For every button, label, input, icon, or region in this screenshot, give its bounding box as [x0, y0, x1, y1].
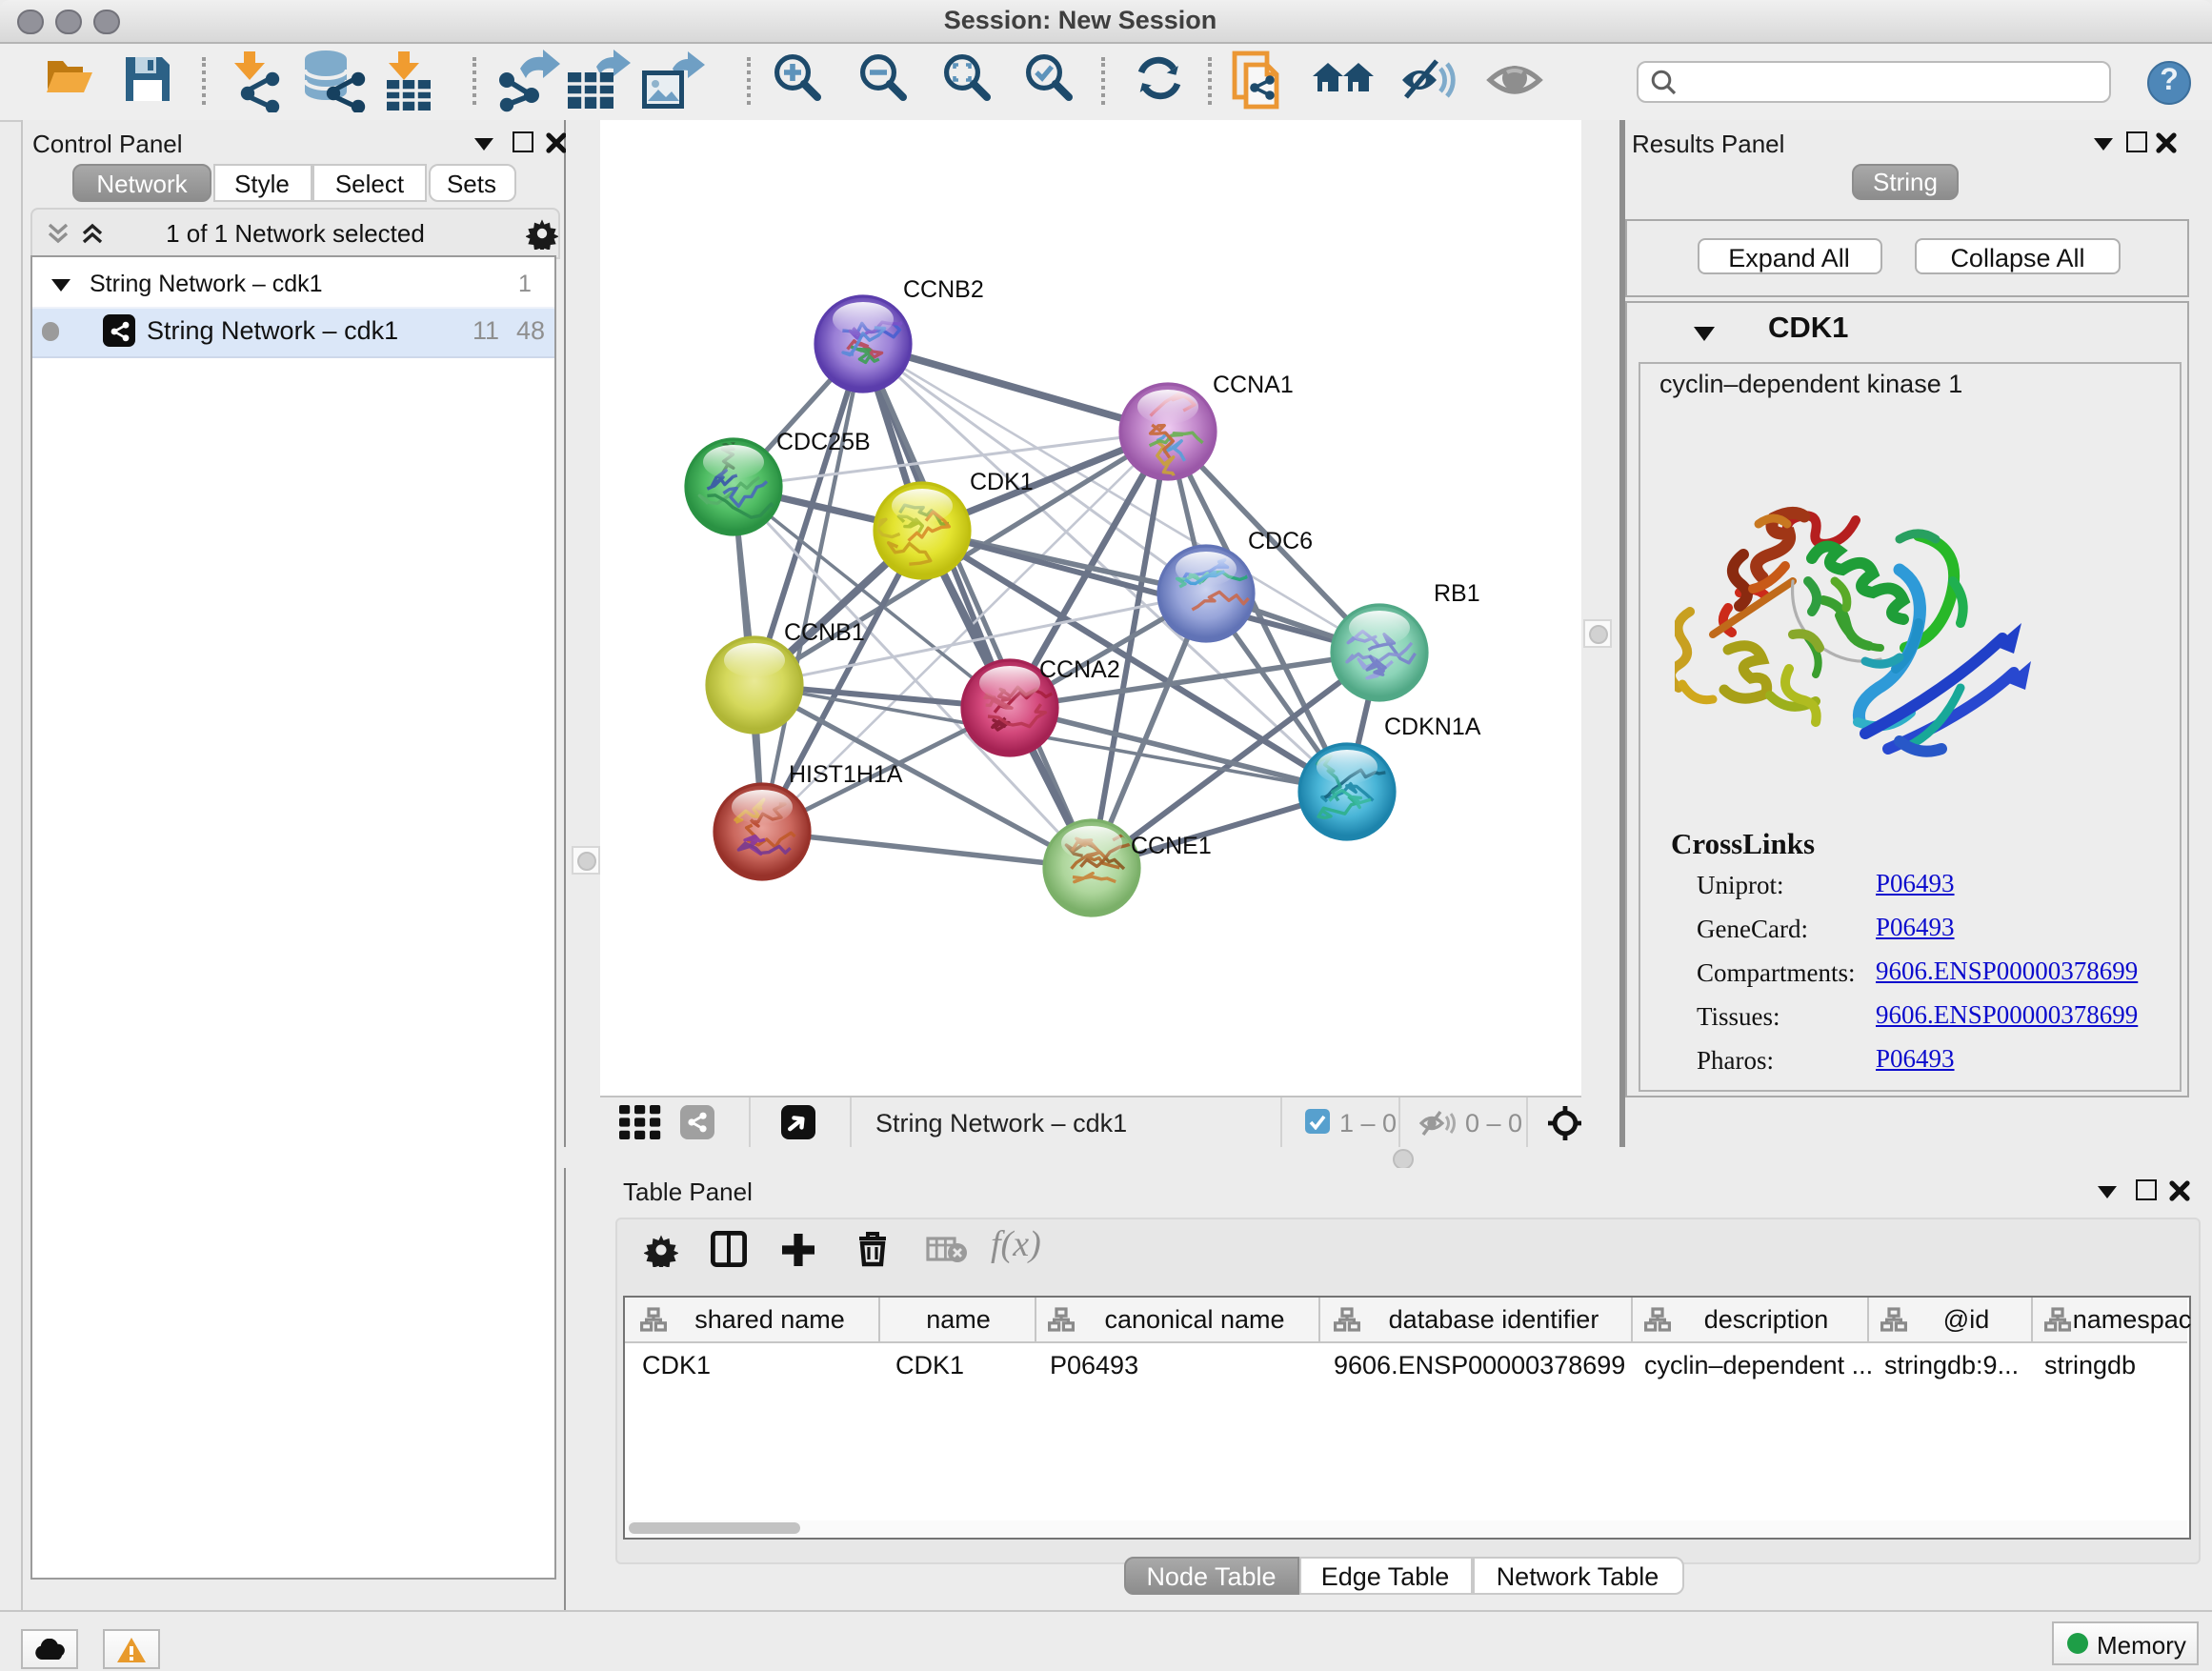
- svg-text:CCNA1: CCNA1: [1213, 371, 1294, 397]
- svg-text:CCNE1: CCNE1: [1131, 832, 1212, 858]
- svg-text:CDC6: CDC6: [1248, 527, 1313, 554]
- svg-text:CCNB2: CCNB2: [903, 275, 984, 302]
- svg-text:CCNA2: CCNA2: [1039, 655, 1120, 682]
- svg-text:CDKN1A: CDKN1A: [1384, 713, 1481, 739]
- svg-text:CDK1: CDK1: [970, 468, 1034, 494]
- svg-text:CDC25B: CDC25B: [776, 428, 871, 454]
- svg-text:RB1: RB1: [1434, 579, 1480, 606]
- svg-text:HIST1H1A: HIST1H1A: [789, 760, 903, 787]
- svg-text:CCNB1: CCNB1: [784, 618, 865, 645]
